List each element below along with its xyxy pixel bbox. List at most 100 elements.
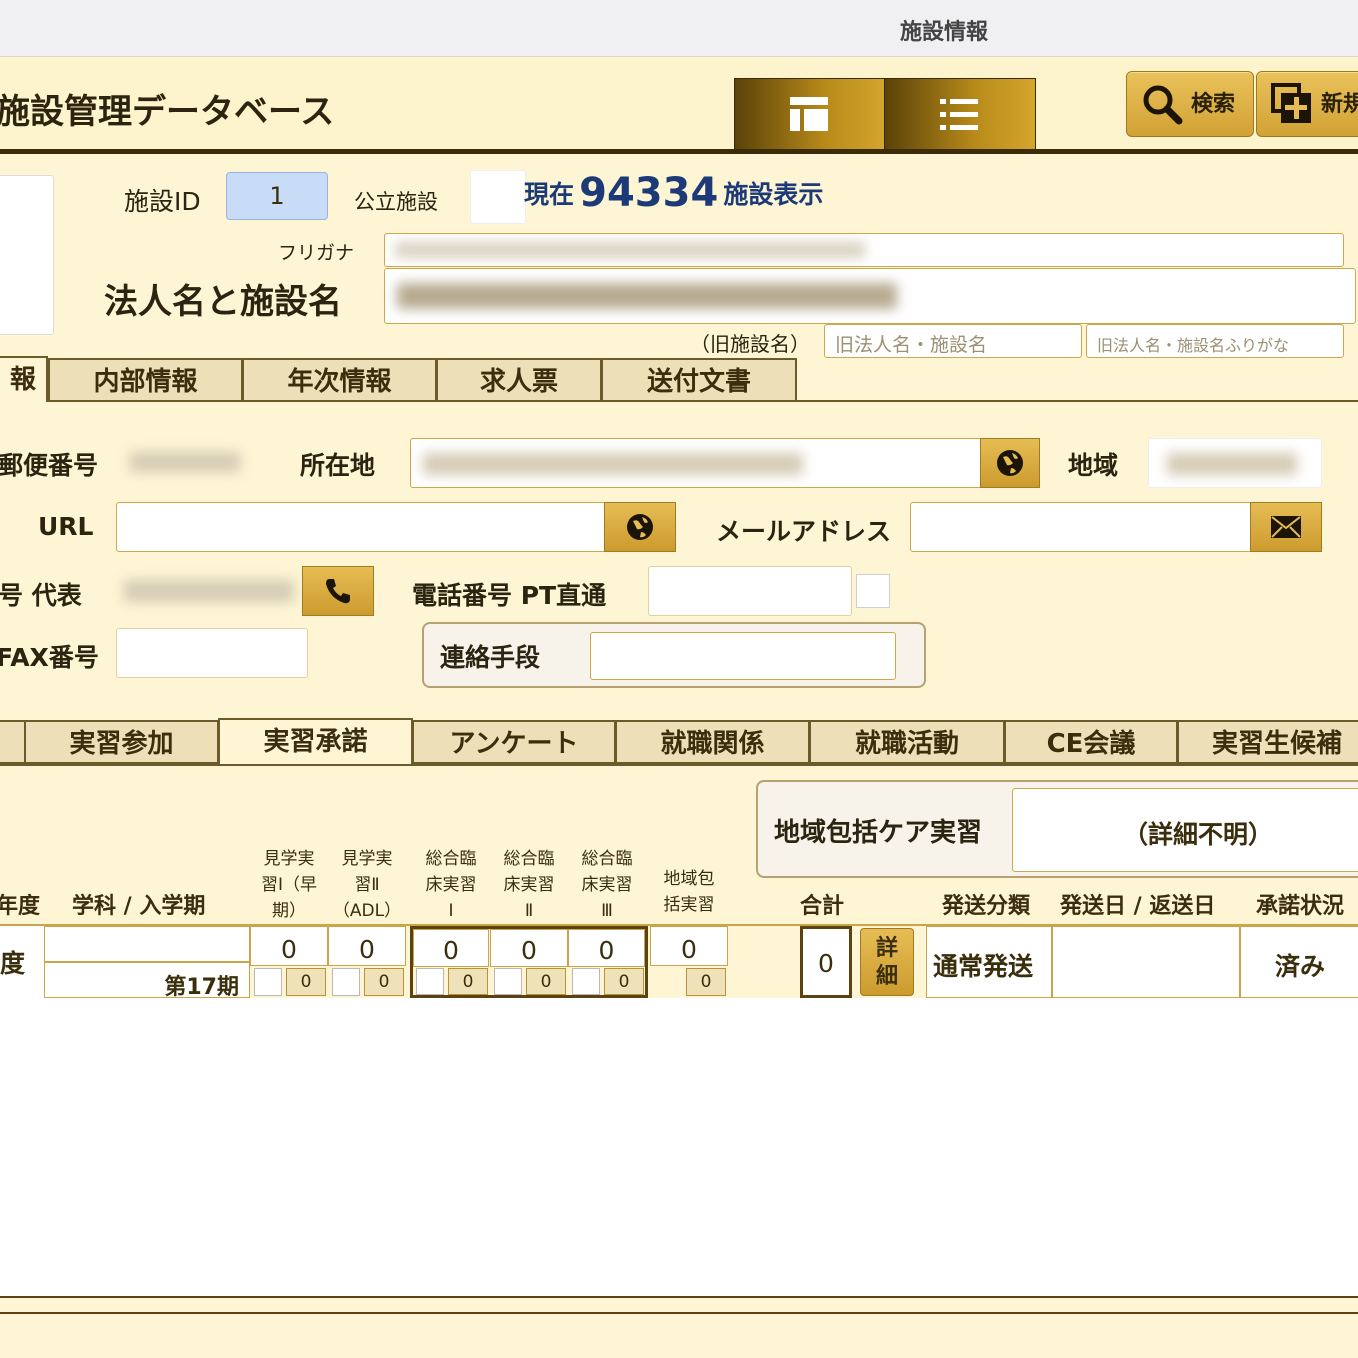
clinical-3-sub[interactable]: 0 [604,968,644,995]
col-year: 年度 [0,894,41,919]
search-label: 検索 [1191,92,1236,117]
send-date-field[interactable] [1052,926,1240,998]
window-titlebar: 施設情報 [0,0,1358,57]
tab-practice-consent[interactable]: 実習承諾 [218,718,413,764]
col-community: 地域包 括実習 [663,869,715,915]
table-row-year-cell[interactable]: 度 [0,926,46,998]
tab-job-hunting[interactable]: 就職活動 [809,720,1005,764]
observation-2-sub[interactable]: 0 [364,968,404,996]
community-sub[interactable]: 0 [686,968,726,996]
old-furigana-field[interactable]: 旧法人名・施設名ふりがな [1086,324,1344,358]
portal-empty-area-left [0,1070,44,1296]
table-row-empty[interactable] [0,998,46,1072]
phone-redacted [124,580,294,602]
tab-ce-meeting[interactable]: CE会議 [1004,720,1178,764]
consent-status-field[interactable]: 済み [1240,926,1358,998]
tab-employment[interactable]: 就職関係 [615,720,810,764]
row-term: 第17期 [164,975,239,1000]
region-field[interactable] [1148,438,1322,488]
tab-practice-participation[interactable]: 実習参加 [24,720,219,764]
app-title: 施設管理データベース [0,92,335,132]
row-year: 度 [0,949,26,978]
col-observation-2: 見学実 習Ⅱ （ADL） [332,849,402,921]
fax-field[interactable] [116,628,308,678]
current-count: 94334 [579,170,719,216]
clinical-1-checkbox[interactable] [416,968,444,995]
facility-name-field[interactable] [384,268,1356,324]
pt-phone-field[interactable] [648,566,852,616]
community-care-value: （詳細不明） [1122,820,1273,849]
tab-survey[interactable]: アンケート [412,720,616,764]
pt-phone-checkbox[interactable] [856,574,890,608]
current-suffix: 施設表示 [723,180,824,209]
postal-code-field[interactable] [116,438,254,486]
url-field[interactable] [116,502,674,552]
term-field[interactable]: 第17期 [44,962,250,1000]
tab-previous[interactable] [0,720,26,764]
observation-1-count[interactable]: 0 [250,926,328,966]
phone-icon [326,579,350,604]
old-furigana-placeholder: 旧法人名・施設名ふりがな [1097,336,1290,355]
search-icon [1143,85,1183,125]
furigana-label: フリガナ [278,242,355,264]
col-consent-status: 承諾状況 [1256,894,1345,919]
community-care-field[interactable]: （詳細不明） [1012,788,1358,872]
window-title: 施設情報 [899,20,988,45]
col-total: 合計 [800,894,845,919]
tab-job-posting[interactable]: 求人票 [436,358,602,402]
new-record-button[interactable]: 新規 [1256,71,1358,137]
clinical-2-sub[interactable]: 0 [526,968,566,995]
region-label: 地域 [1068,451,1119,480]
search-button[interactable]: 検索 [1126,71,1254,137]
community-count[interactable]: 0 [650,926,728,966]
clinical-3-count[interactable]: 0 [568,929,645,967]
name-redacted [397,283,897,309]
clinical-2-count[interactable]: 0 [490,929,568,967]
furigana-field[interactable] [384,233,1344,267]
fax-label: FAX番号 [0,643,99,672]
clinical-2-checkbox[interactable] [494,968,522,995]
facility-id-field[interactable]: 1 [226,172,328,220]
contact-method-field[interactable] [590,632,896,680]
url-open-button[interactable] [604,502,676,552]
new-label: 新規 [1321,92,1358,117]
consent-status-value: 済み [1275,952,1326,981]
furigana-redacted [395,242,865,258]
total-count[interactable]: 0 [800,926,852,998]
email-send-button[interactable] [1250,502,1322,552]
contact-method-label: 連絡手段 [440,643,541,672]
clinical-1-sub[interactable]: 0 [448,968,488,995]
col-dept-term: 学科 / 入学期 [72,894,206,919]
phone-call-button[interactable] [302,566,374,616]
col-clinical-1: 総合臨 床実習 Ⅰ [425,849,477,921]
phone-main-field[interactable] [116,566,304,614]
current-prefix: 現在 [524,180,575,209]
detail-button[interactable]: 詳細 [860,928,914,996]
send-type-field[interactable]: 通常発送 [926,926,1052,998]
tab-basic-info[interactable]: 報 [0,356,48,402]
address-map-button[interactable] [980,438,1040,488]
form-view-button[interactable] [734,78,886,150]
observation-2-count[interactable]: 0 [328,926,406,966]
observation-1-sub[interactable]: 0 [286,968,326,996]
dept-field[interactable] [44,926,250,962]
observation-1-checkbox[interactable] [254,968,282,996]
address-field[interactable] [410,438,1038,488]
tab-internal-info[interactable]: 内部情報 [48,358,243,402]
tab-sent-documents[interactable]: 送付文書 [601,358,797,402]
public-facility-checkbox[interactable] [470,170,526,224]
list-view-button[interactable] [884,78,1036,150]
pt-phone-label: 電話番号 PT直通 [412,581,607,610]
clinical-3-checkbox[interactable] [572,968,600,995]
tab-annual-info[interactable]: 年次情報 [242,358,437,402]
old-name-field[interactable]: 旧法人名・施設名 [824,324,1082,358]
facility-id-label: 施設ID [124,187,201,216]
photo-field[interactable] [0,175,54,335]
clinical-1-count[interactable]: 0 [413,929,489,967]
tab-student-candidates[interactable]: 実習生候補 [1177,720,1358,764]
observation-2-checkbox[interactable] [332,968,360,996]
record-count: 現在 94334 施設表示 [524,170,823,216]
envelope-icon [1271,516,1301,538]
url-label: URL [38,512,94,541]
address-redacted [423,453,803,475]
